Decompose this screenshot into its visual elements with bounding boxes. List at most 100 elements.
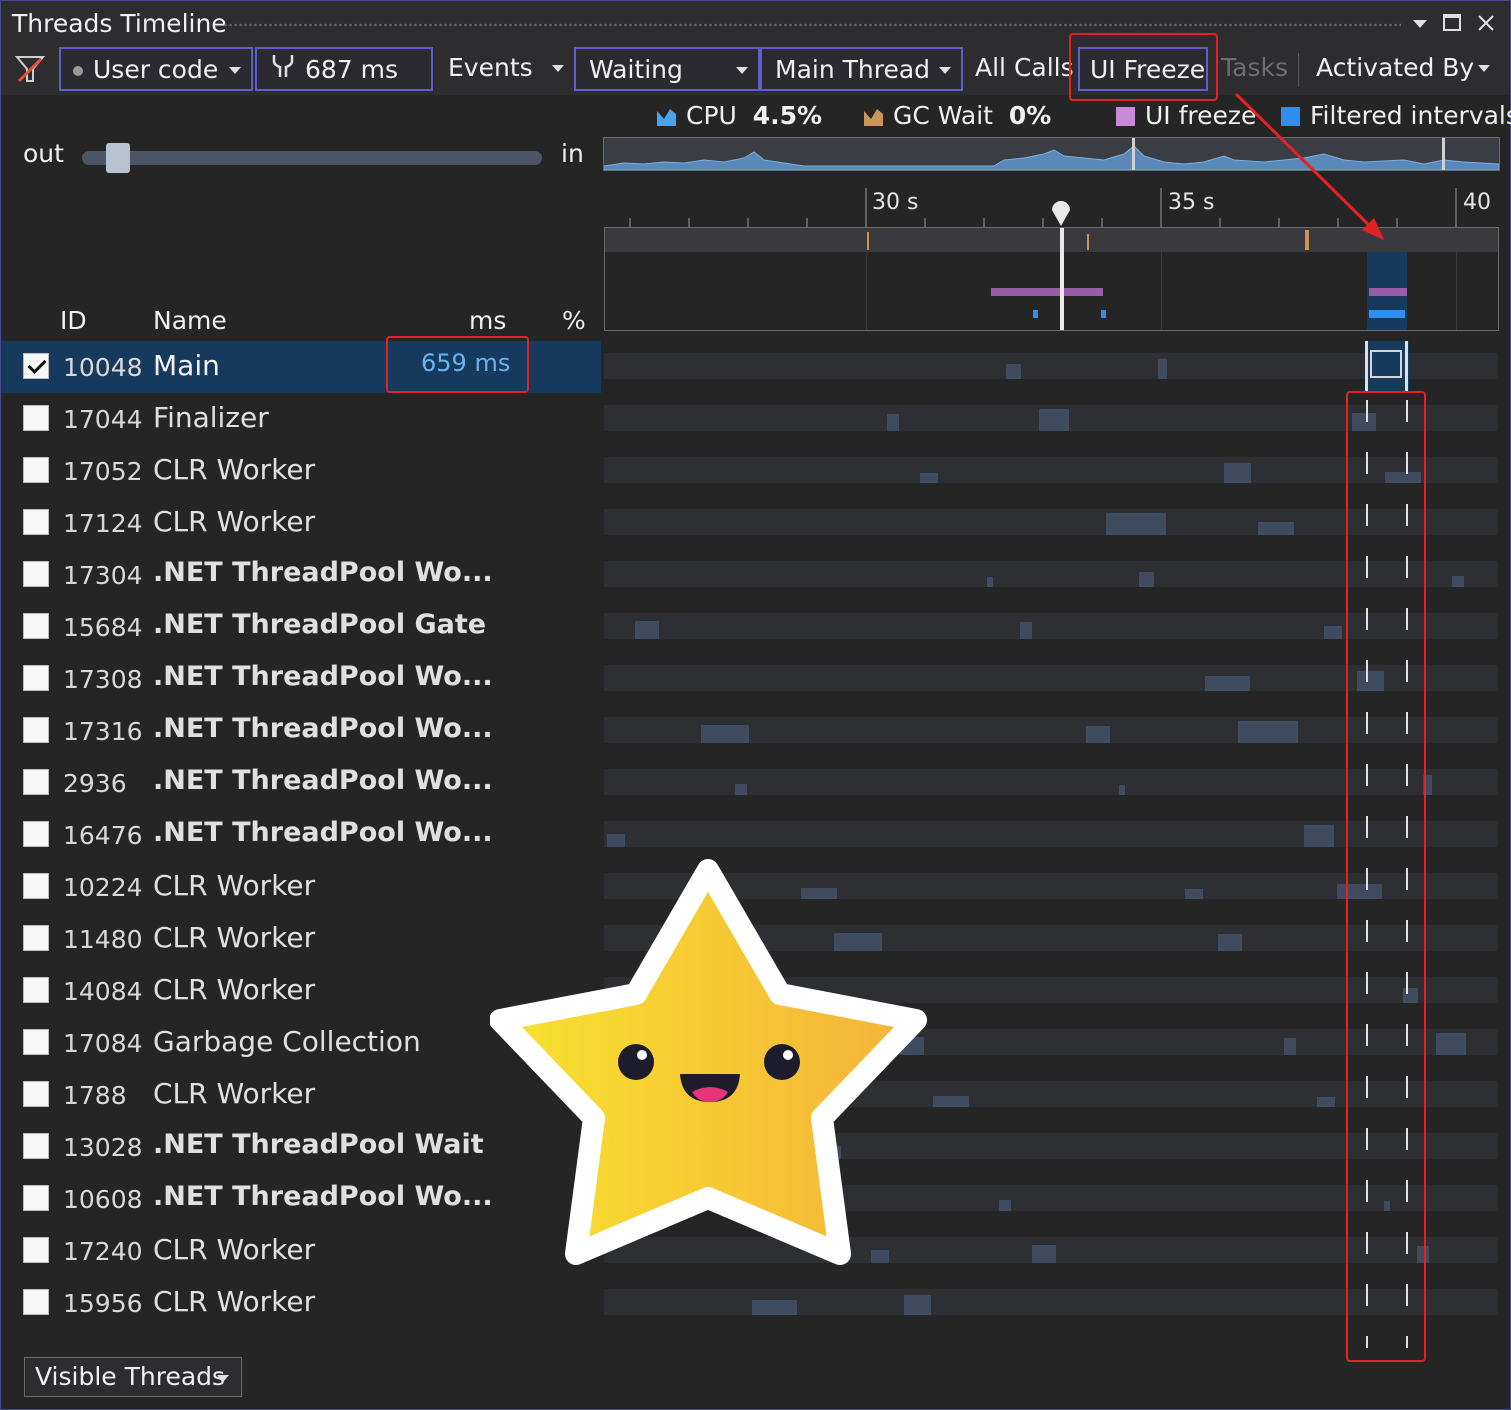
activity-block: [1284, 1038, 1296, 1055]
gridline: [1456, 252, 1457, 330]
thread-checkbox[interactable]: [23, 821, 49, 847]
column-header-name[interactable]: Name: [153, 306, 227, 335]
filtered-interval[interactable]: [1369, 310, 1405, 318]
current-time-line[interactable]: [1060, 228, 1064, 330]
thread-checkbox[interactable]: [23, 717, 49, 743]
activity-block: [904, 1295, 931, 1315]
thread-id: 13028: [63, 1133, 143, 1162]
zoom-out-label: out: [23, 139, 64, 168]
thread-checkbox[interactable]: [23, 1029, 49, 1055]
thread-name: .NET ThreadPool Wo...: [153, 557, 493, 588]
activity-block: [999, 1200, 1011, 1211]
thread-checkbox[interactable]: [23, 1289, 49, 1315]
thread-row[interactable]: 17308 .NET ThreadPool Wo...: [1, 653, 601, 705]
column-header-percent[interactable]: %: [562, 306, 586, 335]
toolbar-separator: [1298, 53, 1299, 87]
thread-row[interactable]: 15956 CLR Worker: [1, 1277, 601, 1329]
maximize-icon[interactable]: [1441, 11, 1463, 35]
filtered-interval[interactable]: [1101, 310, 1106, 318]
thread-checkbox[interactable]: [23, 665, 49, 691]
thread-id: 17316: [63, 717, 143, 746]
thread-lane[interactable]: [604, 353, 1498, 379]
thread-checkbox[interactable]: [23, 1237, 49, 1263]
thread-checkbox[interactable]: [23, 353, 49, 379]
thread-checkbox[interactable]: [23, 613, 49, 639]
waiting-dropdown[interactable]: Waiting: [574, 47, 760, 91]
tasks-button[interactable]: Tasks: [1221, 47, 1288, 91]
overview-range-start[interactable]: [1132, 138, 1135, 170]
zoom-slider-track[interactable]: [82, 151, 542, 165]
annotation-arrow: [1234, 92, 1384, 240]
gc-swatch-icon: [864, 109, 883, 126]
activity-block: [1258, 522, 1294, 535]
main-thread-dropdown[interactable]: Main Thread: [760, 47, 963, 91]
thread-name: CLR Worker: [153, 973, 316, 1006]
activity-block: [933, 1096, 969, 1107]
zoom-in-label: in: [561, 139, 584, 168]
thread-row[interactable]: 15684 .NET ThreadPool Gate: [1, 601, 601, 653]
title-bar: Threads Timeline: [1, 1, 1510, 45]
thread-checkbox[interactable]: [23, 1081, 49, 1107]
thread-checkbox[interactable]: [23, 509, 49, 535]
thread-id: 11480: [63, 925, 143, 954]
duration-filter[interactable]: 687 ms: [255, 47, 433, 91]
thread-row[interactable]: 17044 Finalizer: [1, 393, 601, 445]
thread-checkbox[interactable]: [23, 873, 49, 899]
thread-id: 2936: [63, 769, 127, 798]
chevron-down-icon[interactable]: [1409, 11, 1431, 35]
thread-checkbox[interactable]: [23, 769, 49, 795]
activity-block: [1039, 409, 1069, 431]
thread-name: Finalizer: [153, 401, 269, 434]
thread-name: .NET ThreadPool Wo...: [153, 661, 493, 692]
thread-checkbox[interactable]: [23, 977, 49, 1003]
thread-row[interactable]: 17124 CLR Worker: [1, 497, 601, 549]
events-dropdown[interactable]: Events: [448, 47, 568, 91]
zoom-slider-thumb[interactable]: [106, 143, 130, 173]
thread-name: .NET ThreadPool Wait: [153, 1129, 484, 1160]
main-lane-freeze-box[interactable]: [1370, 350, 1402, 378]
filtered-interval[interactable]: [1033, 310, 1038, 318]
activity-block: [1006, 364, 1021, 379]
title-bar-grip[interactable]: [223, 23, 1401, 27]
thread-row[interactable]: 17316 .NET ThreadPool Wo...: [1, 705, 601, 757]
caret-down-icon: [217, 1375, 229, 1382]
column-header-id[interactable]: ID: [60, 306, 87, 335]
thread-row[interactable]: 2936 .NET ThreadPool Wo...: [1, 757, 601, 809]
duration-filter-icon: [271, 50, 295, 92]
activity-block: [887, 414, 899, 431]
user-code-dropdown[interactable]: User code: [59, 47, 253, 91]
caret-down-icon: [736, 67, 748, 74]
visible-threads-label: Visible Threads: [35, 1362, 226, 1391]
thread-checkbox[interactable]: [23, 925, 49, 951]
activated-by-dropdown[interactable]: Activated By: [1316, 47, 1496, 91]
thread-checkbox[interactable]: [23, 1133, 49, 1159]
thread-id: 15684: [63, 613, 143, 642]
thread-row[interactable]: 17052 CLR Worker: [1, 445, 601, 497]
activity-block: [1436, 1033, 1466, 1055]
time-cursor-pin-icon[interactable]: [1050, 198, 1072, 232]
ruler-label-35s: 35 s: [1168, 190, 1215, 215]
close-icon[interactable]: [1475, 11, 1497, 35]
legend-gc-wait: GC Wait 0%: [864, 101, 1051, 130]
all-calls-button[interactable]: All Calls: [975, 47, 1074, 91]
caret-down-icon: [939, 67, 951, 74]
thread-checkbox[interactable]: [23, 405, 49, 431]
activity-block: [735, 784, 747, 795]
activity-block: [1106, 513, 1166, 535]
column-header-ms[interactable]: ms: [469, 306, 506, 335]
ui-freeze-interval[interactable]: [991, 288, 1103, 296]
visible-threads-dropdown[interactable]: Visible Threads: [24, 1357, 242, 1397]
thread-name: .NET ThreadPool Wo...: [153, 817, 493, 848]
user-code-label: User code: [93, 55, 219, 84]
ui-freeze-interval[interactable]: [1369, 288, 1407, 296]
thread-checkbox[interactable]: [23, 457, 49, 483]
activity-block: [1238, 721, 1298, 743]
activity-block: [1205, 676, 1250, 691]
clear-filter-icon[interactable]: [14, 51, 46, 87]
thread-checkbox[interactable]: [23, 561, 49, 587]
thread-checkbox[interactable]: [23, 1185, 49, 1211]
thread-row[interactable]: 17304 .NET ThreadPool Wo...: [1, 549, 601, 601]
overview-range-end[interactable]: [1442, 138, 1445, 170]
activity-block: [1317, 1097, 1335, 1107]
thread-id: 10608: [63, 1185, 143, 1214]
